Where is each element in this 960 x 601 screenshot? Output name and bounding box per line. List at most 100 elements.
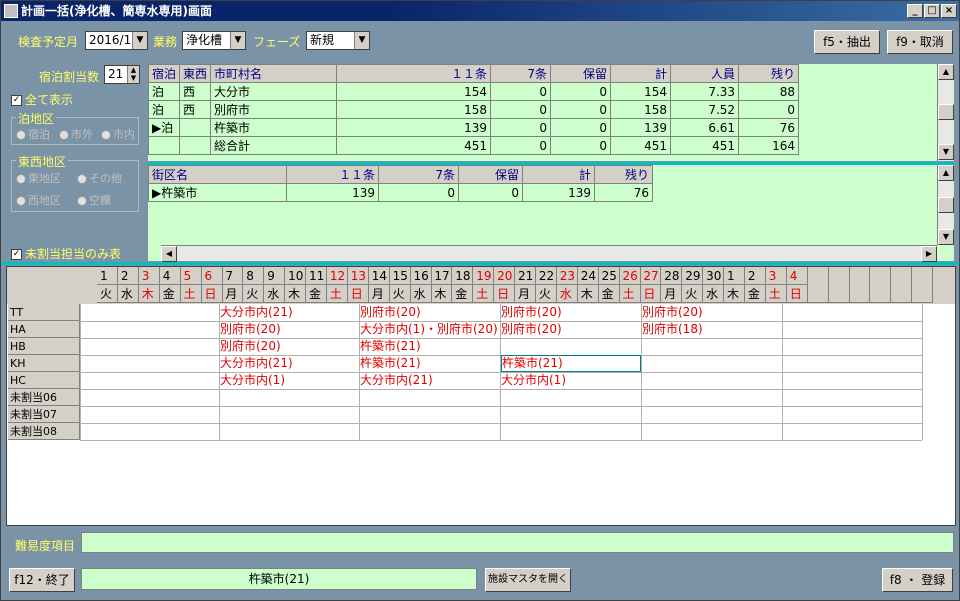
day-number: 12: [326, 267, 348, 285]
schedule-event[interactable]: 別府市(20): [360, 304, 421, 321]
stay-count-spinner[interactable]: 21 ▲ ▼: [104, 65, 140, 84]
schedule-event[interactable]: 別府市(20): [220, 338, 281, 355]
schedule-event[interactable]: 別府市(18): [642, 321, 703, 338]
app-icon: [4, 4, 18, 18]
register-button[interactable]: f8 ・ 登録: [882, 568, 953, 592]
maximize-icon[interactable]: □: [924, 4, 940, 18]
scroll-up-icon[interactable]: ▲: [938, 165, 954, 181]
weekday-label: 月: [661, 285, 683, 303]
schedule-event[interactable]: 大分市内(1): [220, 372, 285, 389]
scroll-down-icon[interactable]: ▼: [938, 144, 954, 160]
scroll-thumb[interactable]: [938, 104, 954, 120]
column-header[interactable]: 宿泊: [147, 64, 181, 83]
radio-east[interactable]: 東地区: [16, 170, 61, 186]
chevron-down-icon[interactable]: ▼: [132, 32, 147, 49]
column-header[interactable]: １１条: [286, 165, 379, 184]
day-number: 17: [431, 267, 453, 285]
table-row[interactable]: ▶泊 杵築市 139 0 0 139 6.61 76: [147, 118, 800, 137]
schedule-event[interactable]: 大分市内(21): [360, 372, 433, 389]
scroll-up-icon[interactable]: ▲: [938, 64, 954, 80]
schedule-event[interactable]: 別府市(20): [501, 304, 562, 321]
column-header[interactable]: 保留: [458, 165, 523, 184]
table-cell: ▶杵築市: [148, 183, 287, 202]
scroll-thumb[interactable]: [938, 197, 954, 213]
schedule-event[interactable]: 別府市(20): [220, 321, 281, 338]
schedule-event[interactable]: 別府市(20): [642, 304, 703, 321]
district-hscrollbar[interactable]: ◀ ▶: [161, 245, 937, 262]
open-facility-master-button[interactable]: 施設マスタを開く: [485, 568, 571, 592]
column-header[interactable]: 市町村名: [210, 64, 338, 83]
table-cell: 0: [738, 100, 800, 119]
table-cell: 大分市: [210, 82, 338, 101]
month-select[interactable]: 2016/11 ▼: [85, 31, 148, 50]
spinner-icon[interactable]: ▲ ▼: [127, 66, 139, 83]
schedule-event[interactable]: 大分市内(21): [220, 304, 293, 321]
unassigned-only-checkbox[interactable]: ✓ 未割当担当のみ表: [11, 245, 121, 262]
column-header[interactable]: 残り: [594, 165, 653, 184]
check-icon: ✓: [11, 249, 22, 260]
radio-other[interactable]: その他: [77, 170, 122, 186]
radio-west[interactable]: 西地区: [16, 192, 61, 208]
city-table-scrollbar[interactable]: ▲ ▼: [937, 64, 954, 161]
table-cell: 154: [336, 82, 492, 101]
minimize-icon[interactable]: _: [907, 4, 923, 18]
table-row[interactable]: 総合計 451 0 0 451 451 164: [147, 136, 800, 155]
column-header[interactable]: 7条: [378, 165, 459, 184]
row-line: [80, 406, 922, 407]
day-number: 14: [368, 267, 390, 285]
radio-blank[interactable]: 空欄: [77, 192, 111, 208]
column-header[interactable]: 街区名: [148, 165, 287, 184]
phase-select[interactable]: 新規 ▼: [306, 31, 370, 50]
radio-stay[interactable]: 宿泊: [16, 126, 50, 142]
chevron-down-icon[interactable]: ▼: [354, 32, 369, 49]
status-field: 杵築市(21): [81, 568, 477, 590]
column-header[interactable]: 保留: [550, 64, 612, 83]
schedule-event[interactable]: 杵築市(21): [501, 355, 641, 372]
column-header[interactable]: １１条: [336, 64, 492, 83]
weekday-label: 土: [473, 285, 495, 303]
column-header[interactable]: 残り: [738, 64, 800, 83]
district-table-scrollbar[interactable]: ▲ ▼: [937, 165, 954, 245]
radio-inside-city[interactable]: 市内: [101, 126, 135, 142]
scroll-right-icon[interactable]: ▶: [921, 246, 937, 262]
schedule-calendar: 1 火 2 水 3 木 4 金 5 土 6 日 7 月 8 火 9 水 10 木 11 金 12 土 13 日 14 月 15 火 16 水 1…: [6, 266, 956, 526]
table-row[interactable]: ▶杵築市 139 0 0 139 76: [148, 183, 653, 202]
column-header[interactable]: 東西: [179, 64, 212, 83]
cancel-button[interactable]: f9・取消: [887, 30, 953, 54]
weekday-label: 日: [640, 285, 662, 303]
column-header[interactable]: 人員: [670, 64, 740, 83]
table-cell: 泊: [147, 82, 181, 101]
difficulty-field[interactable]: [81, 532, 954, 553]
schedule-event[interactable]: 大分市内(1): [501, 372, 566, 389]
close-icon[interactable]: ×: [941, 4, 957, 18]
table-cell: 7.33: [670, 82, 740, 101]
column-header[interactable]: 計: [610, 64, 672, 83]
close-button[interactable]: f12・終了: [9, 568, 75, 592]
business-select[interactable]: 浄化槽 ▼: [182, 31, 246, 50]
scroll-down-icon[interactable]: ▼: [938, 229, 954, 245]
column-header[interactable]: 7条: [490, 64, 552, 83]
show-all-checkbox[interactable]: ✓ 全て表示: [11, 91, 73, 108]
schedule-event[interactable]: 大分市内(1)・別府市(20): [360, 321, 498, 338]
table-cell: 158: [336, 100, 492, 119]
schedule-event[interactable]: 杵築市(21): [360, 355, 421, 372]
table-row[interactable]: 泊西大分市 154 0 0 154 7.33 88: [147, 82, 800, 101]
day-number: 1: [97, 267, 118, 285]
radio-outside-city[interactable]: 市外: [59, 126, 93, 142]
district-table: 街区名 １１条 7条 保留計残り ▶杵築市 139 0 0 139 76: [148, 165, 653, 202]
table-cell: 139: [336, 118, 492, 137]
table-cell: 0: [490, 136, 552, 155]
schedule-event[interactable]: 杵築市(21): [360, 338, 421, 355]
table-row[interactable]: 泊西別府市 158 0 0 158 7.52 0: [147, 100, 800, 119]
weekday-label: 水: [410, 285, 432, 303]
chevron-down-icon[interactable]: ▼: [230, 32, 245, 49]
empty-day-cell: [849, 267, 871, 303]
schedule-event[interactable]: 別府市(20): [501, 321, 562, 338]
scroll-left-icon[interactable]: ◀: [161, 246, 177, 262]
day-number: 24: [577, 267, 599, 285]
table-cell: 0: [550, 100, 612, 119]
column-header[interactable]: 計: [522, 165, 595, 184]
schedule-event[interactable]: 大分市内(21): [220, 355, 293, 372]
extract-button[interactable]: f5・抽出: [814, 30, 880, 54]
staff-row-label: HC: [8, 372, 80, 389]
